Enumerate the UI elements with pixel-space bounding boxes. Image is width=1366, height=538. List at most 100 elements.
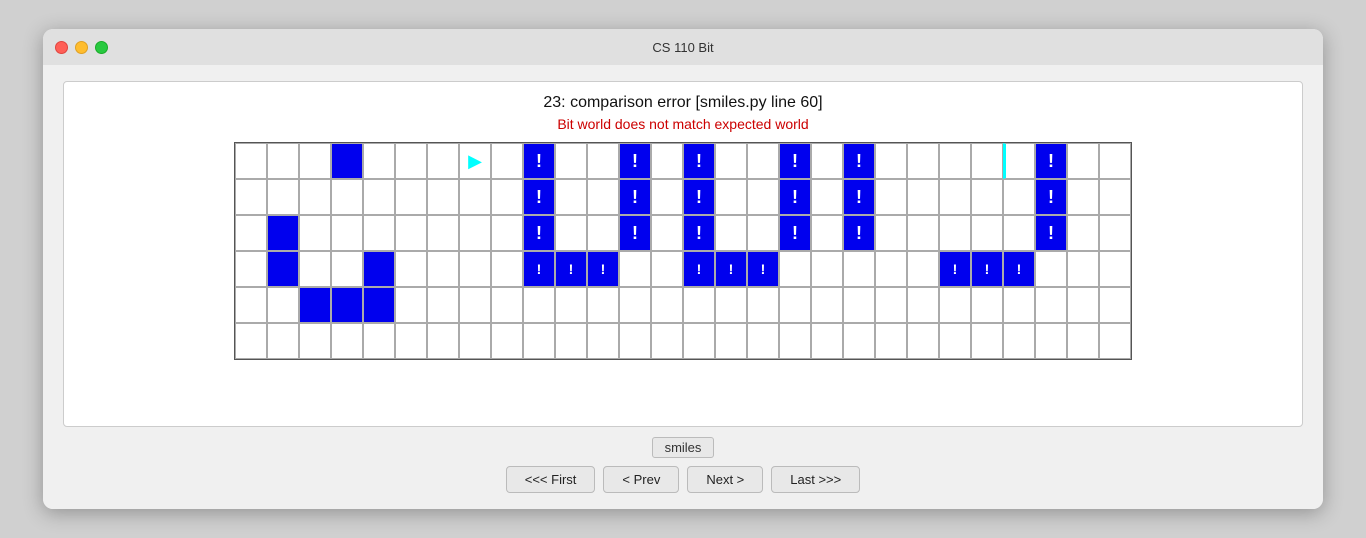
cell-r4-c4 — [363, 287, 395, 323]
cell-r5-c3 — [331, 323, 363, 359]
cell-r2-c25: ! — [1035, 215, 1067, 251]
cell-r5-c8 — [491, 323, 523, 359]
cell-r2-c9: ! — [523, 215, 555, 251]
cell-r0-c6 — [427, 143, 459, 179]
cell-r3-c25 — [1035, 251, 1067, 287]
cell-r3-c18 — [811, 251, 843, 287]
maximize-button[interactable] — [95, 41, 108, 54]
cell-r3-c19 — [843, 251, 875, 287]
cell-r3-c7 — [459, 251, 491, 287]
cell-r0-c14: ! — [683, 143, 715, 179]
cell-r0-c7: ▶ — [459, 143, 491, 179]
cell-r1-c9: ! — [523, 179, 555, 215]
cell-r3-c20 — [875, 251, 907, 287]
cell-r4-c5 — [395, 287, 427, 323]
nav-buttons: <<< First < Prev Next > Last >>> — [506, 466, 861, 493]
cell-r3-c16: ! — [747, 251, 779, 287]
cell-r5-c13 — [651, 323, 683, 359]
cell-r4-c27 — [1099, 287, 1131, 323]
cell-r1-c5 — [395, 179, 427, 215]
cell-r5-c15 — [715, 323, 747, 359]
cell-r4-c9 — [523, 287, 555, 323]
cell-r0-c23 — [971, 143, 1003, 179]
cell-r4-c21 — [907, 287, 939, 323]
cell-r0-c3 — [331, 143, 363, 179]
cell-r5-c14 — [683, 323, 715, 359]
cell-r3-c4 — [363, 251, 395, 287]
cell-r0-c9: ! — [523, 143, 555, 179]
cell-r3-c6 — [427, 251, 459, 287]
cell-r3-c11: ! — [587, 251, 619, 287]
cell-r1-c19: ! — [843, 179, 875, 215]
cell-r0-c27 — [1099, 143, 1131, 179]
cell-r0-c19: ! — [843, 143, 875, 179]
cell-r2-c4 — [363, 215, 395, 251]
cell-r1-c7 — [459, 179, 491, 215]
cell-r1-c12: ! — [619, 179, 651, 215]
cell-r4-c13 — [651, 287, 683, 323]
cell-r3-c22: ! — [939, 251, 971, 287]
cell-r0-c26 — [1067, 143, 1099, 179]
window-title: CS 110 Bit — [652, 40, 713, 55]
cell-r4-c26 — [1067, 287, 1099, 323]
cell-r3-c10: ! — [555, 251, 587, 287]
cell-r1-c4 — [363, 179, 395, 215]
cell-r3-c15: ! — [715, 251, 747, 287]
cell-r4-c3 — [331, 287, 363, 323]
cell-r4-c17 — [779, 287, 811, 323]
cell-r1-c18 — [811, 179, 843, 215]
cell-r2-c17: ! — [779, 215, 811, 251]
content-panel: 23: comparison error [smiles.py line 60]… — [63, 81, 1303, 427]
minimize-button[interactable] — [75, 41, 88, 54]
cell-r0-c1 — [267, 143, 299, 179]
cell-r4-c7 — [459, 287, 491, 323]
cell-r3-c3 — [331, 251, 363, 287]
cell-r1-c1 — [267, 179, 299, 215]
cell-r4-c6 — [427, 287, 459, 323]
cell-r3-c14: ! — [683, 251, 715, 287]
cell-r0-c0 — [235, 143, 267, 179]
cell-r5-c2 — [299, 323, 331, 359]
close-button[interactable] — [55, 41, 68, 54]
cell-r1-c16 — [747, 179, 779, 215]
cell-r3-c12 — [619, 251, 651, 287]
cell-r0-c21 — [907, 143, 939, 179]
cell-r5-c27 — [1099, 323, 1131, 359]
cell-r1-c26 — [1067, 179, 1099, 215]
cell-r2-c14: ! — [683, 215, 715, 251]
grid-cells: ▶ ! ! ! ! ! — [235, 143, 1131, 359]
cell-r2-c0 — [235, 215, 267, 251]
cell-r0-c13 — [651, 143, 683, 179]
error-sub: Bit world does not match expected world — [557, 116, 808, 132]
cell-r1-c10 — [555, 179, 587, 215]
cell-r2-c7 — [459, 215, 491, 251]
cell-r2-c8 — [491, 215, 523, 251]
cell-r1-c0 — [235, 179, 267, 215]
cell-r4-c16 — [747, 287, 779, 323]
first-button[interactable]: <<< First — [506, 466, 596, 493]
cell-r0-c8 — [491, 143, 523, 179]
prev-button[interactable]: < Prev — [603, 466, 679, 493]
cell-r0-c5 — [395, 143, 427, 179]
bit-world-grid: ▶ ! ! ! ! ! — [234, 142, 1132, 360]
cell-r3-c23: ! — [971, 251, 1003, 287]
last-button[interactable]: Last >>> — [771, 466, 860, 493]
cell-r5-c19 — [843, 323, 875, 359]
cell-r4-c23 — [971, 287, 1003, 323]
cell-r1-c17: ! — [779, 179, 811, 215]
cell-r4-c14 — [683, 287, 715, 323]
cell-r4-c11 — [587, 287, 619, 323]
cell-r4-c0 — [235, 287, 267, 323]
cell-r1-c24 — [1003, 179, 1035, 215]
cell-r3-c9: ! — [523, 251, 555, 287]
cell-r1-c22 — [939, 179, 971, 215]
cell-r0-c10 — [555, 143, 587, 179]
next-button[interactable]: Next > — [687, 466, 763, 493]
cell-r2-c21 — [907, 215, 939, 251]
cell-r5-c24 — [1003, 323, 1035, 359]
cell-r5-c6 — [427, 323, 459, 359]
cell-r5-c0 — [235, 323, 267, 359]
cell-r4-c19 — [843, 287, 875, 323]
cell-r2-c24 — [1003, 215, 1035, 251]
cell-r2-c5 — [395, 215, 427, 251]
